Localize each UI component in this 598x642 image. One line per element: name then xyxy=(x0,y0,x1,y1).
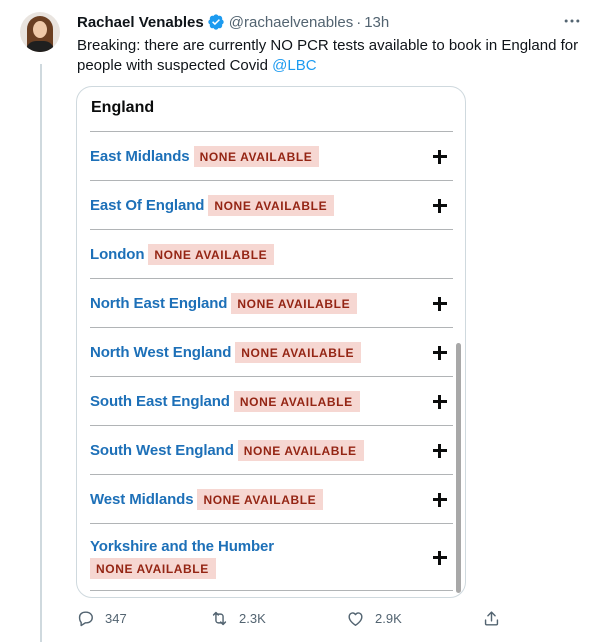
region-row-south-east-england[interactable]: South East England NONE AVAILABLE xyxy=(90,376,453,425)
expand-plus-icon[interactable] xyxy=(433,493,447,507)
thread-line xyxy=(40,64,42,642)
like-count: 2.9K xyxy=(375,611,402,626)
region-row-west-midlands[interactable]: West Midlands NONE AVAILABLE xyxy=(90,474,453,523)
region-row-london[interactable]: London NONE AVAILABLE xyxy=(90,229,453,278)
separator-dot: · xyxy=(356,13,362,31)
status-badge: NONE AVAILABLE xyxy=(235,342,362,363)
status-badge: NONE AVAILABLE xyxy=(231,293,358,314)
region-name[interactable]: London xyxy=(90,246,144,263)
reply-count: 347 xyxy=(105,611,127,626)
author-handle[interactable]: @rachaelvenables xyxy=(229,14,353,31)
region-name[interactable]: East Of England xyxy=(90,197,204,214)
status-badge: NONE AVAILABLE xyxy=(193,146,320,167)
status-badge: NONE AVAILABLE xyxy=(148,244,275,265)
expand-plus-icon[interactable] xyxy=(433,395,447,409)
like-button[interactable]: 2.9K xyxy=(346,609,402,628)
region-name[interactable]: West Midlands xyxy=(90,491,194,508)
timestamp[interactable]: 13h xyxy=(364,14,389,31)
region-name[interactable]: North East England xyxy=(90,295,227,312)
region-row-east-midlands[interactable]: East Midlands NONE AVAILABLE xyxy=(90,131,453,180)
region-row-south-west-england[interactable]: South West England NONE AVAILABLE xyxy=(90,425,453,474)
region-name[interactable]: Yorkshire and the Humber xyxy=(90,538,274,555)
tweet-header: Rachael Venables @rachaelvenables · 13h xyxy=(77,12,389,32)
scrollbar[interactable] xyxy=(456,343,461,593)
tweet-body: Breaking: there are currently NO PCR tes… xyxy=(77,37,579,74)
region-name[interactable]: South West England xyxy=(90,442,234,459)
avatar[interactable] xyxy=(20,12,60,52)
expand-plus-icon[interactable] xyxy=(433,199,447,213)
status-badge: NONE AVAILABLE xyxy=(197,489,324,510)
more-horizontal-icon[interactable] xyxy=(562,11,582,31)
region-row-north-west-england[interactable]: North West England NONE AVAILABLE xyxy=(90,327,453,376)
region-row-north-east-england[interactable]: North East England NONE AVAILABLE xyxy=(90,278,453,327)
expand-plus-icon[interactable] xyxy=(433,150,447,164)
reply-icon xyxy=(78,611,93,627)
retweet-count: 2.3K xyxy=(239,611,266,626)
reply-button[interactable]: 347 xyxy=(76,609,127,628)
expand-plus-icon[interactable] xyxy=(433,297,447,311)
card-title: England xyxy=(91,99,155,116)
share-icon xyxy=(484,611,499,626)
status-badge: NONE AVAILABLE xyxy=(233,391,360,412)
mention-link[interactable]: @LBC xyxy=(272,57,316,74)
attached-image-card[interactable]: England East Midlands NONE AVAILABLE Eas… xyxy=(76,86,466,598)
status-badge: NONE AVAILABLE xyxy=(208,195,335,216)
expand-plus-icon[interactable] xyxy=(433,551,447,565)
tweet-actions: 347 2.3K 2.9K xyxy=(76,609,506,633)
verified-badge-icon xyxy=(208,14,224,30)
retweet-button[interactable]: 2.3K xyxy=(210,609,266,628)
region-name[interactable]: South East England xyxy=(90,393,230,410)
status-badge: NONE AVAILABLE xyxy=(237,440,364,461)
region-row-east-of-england[interactable]: East Of England NONE AVAILABLE xyxy=(90,180,453,229)
tweet-text: Breaking: there are currently NO PCR tes… xyxy=(77,36,582,76)
status-badge: NONE AVAILABLE xyxy=(90,558,216,579)
region-name[interactable]: North West England xyxy=(90,344,231,361)
retweet-icon xyxy=(212,611,227,626)
author-name[interactable]: Rachael Venables xyxy=(77,14,204,31)
expand-plus-icon[interactable] xyxy=(433,346,447,360)
region-row-yorkshire-and-the-humber[interactable]: Yorkshire and the Humber NONE AVAILABLE xyxy=(90,523,453,591)
expand-plus-icon[interactable] xyxy=(433,444,447,458)
share-button[interactable] xyxy=(482,609,511,628)
like-icon xyxy=(348,612,363,626)
region-name[interactable]: East Midlands xyxy=(90,148,190,165)
